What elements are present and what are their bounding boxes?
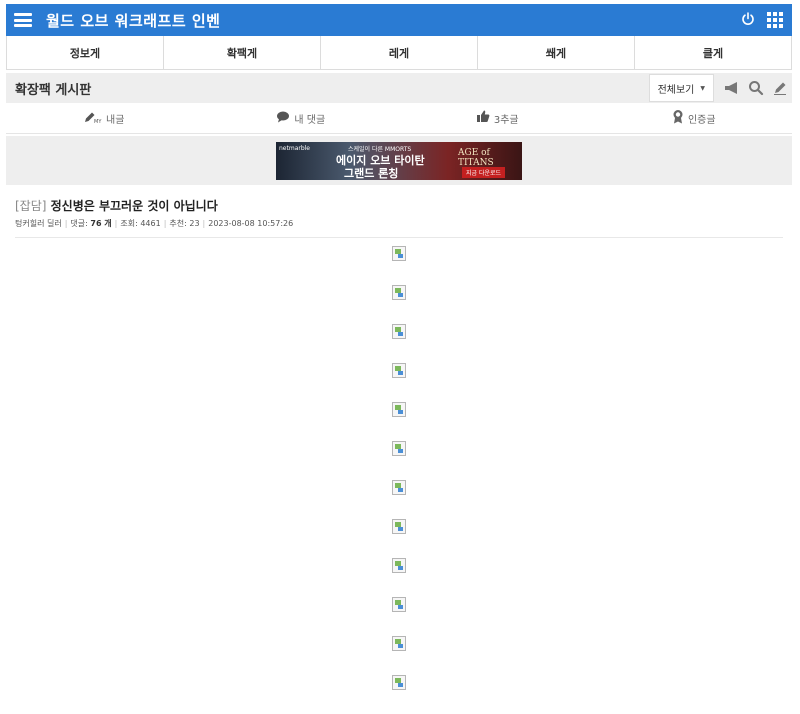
post-recommends: 추천: 23 bbox=[169, 219, 200, 228]
ad-cta-button[interactable]: 지금 다운로드 bbox=[462, 166, 506, 178]
verified-posts-label: 인증글 bbox=[687, 114, 716, 126]
comments-count[interactable]: 76 개 bbox=[90, 219, 111, 228]
broken-image-icon bbox=[392, 675, 406, 690]
medal-icon bbox=[672, 109, 684, 127]
search-icon[interactable] bbox=[744, 76, 768, 100]
post-title: [잡담] 정신병은 부끄러운 것이 아닙니다 bbox=[15, 197, 783, 214]
caret-down-icon: ▼ bbox=[700, 84, 705, 92]
broken-image-icon bbox=[392, 363, 406, 378]
verified-posts-link[interactable]: 인증글 bbox=[596, 109, 793, 127]
site-title[interactable]: 월드 오브 워크래프트 인벤 bbox=[46, 10, 220, 31]
broken-image-icon bbox=[392, 597, 406, 612]
post-datetime: 2023-08-08 10:57:26 bbox=[208, 219, 294, 228]
post-meta: 텅커힐러 딜러 | 댓글: 76 개 | 조회: 4461 | 추천: 23 | 2023-08… bbox=[15, 219, 294, 228]
post-body bbox=[6, 238, 792, 714]
broken-image-icon bbox=[392, 558, 406, 573]
ad-game-title: AGE of TITANS bbox=[458, 147, 494, 168]
my-posts-label: 내글 bbox=[106, 114, 125, 126]
site-header: 월드 오브 워크래프트 인벤 bbox=[6, 4, 792, 36]
broken-image-icon bbox=[392, 636, 406, 651]
megaphone-icon[interactable] bbox=[720, 76, 744, 100]
pencil-icon[interactable] bbox=[768, 76, 792, 100]
broken-image-icon bbox=[392, 519, 406, 534]
post-header: [잡담] 정신병은 부끄러운 것이 아닙니다 텅커힐러 딜러 | 댓글: 76 개 |… bbox=[6, 185, 792, 229]
board-tabs: 정보게 확팩게 레게 쐐게 클게 bbox=[6, 36, 792, 70]
comment-bubble-icon bbox=[276, 111, 290, 126]
my-comments-label: 내 댓글 bbox=[294, 114, 326, 126]
broken-image-icon bbox=[392, 285, 406, 300]
post-views: 조회: 4461 bbox=[120, 219, 161, 228]
ad-brand: netmarble bbox=[279, 144, 311, 152]
ad-banner[interactable]: netmarble 스케일이 다른 MMORTS 에이지 오브 타이탄 그랜드 … bbox=[276, 141, 522, 180]
hamburger-menu-icon[interactable] bbox=[14, 13, 32, 27]
tab-expansion[interactable]: 확팩게 bbox=[164, 36, 321, 69]
ad-area: netmarble 스케일이 다른 MMORTS 에이지 오브 타이탄 그랜드 … bbox=[6, 136, 792, 185]
tab-raid[interactable]: 레게 bbox=[321, 36, 478, 69]
view-select[interactable]: 전체보기 ▼ bbox=[648, 74, 714, 102]
view-select-label: 전체보기 bbox=[657, 84, 695, 96]
ad-headline-2: 그랜드 론칭 bbox=[344, 166, 399, 180]
comments-label: 댓글: bbox=[70, 219, 88, 228]
post-author[interactable]: 텅커힐러 딜러 bbox=[15, 219, 62, 228]
broken-image-icon bbox=[392, 402, 406, 417]
grid-apps-icon[interactable] bbox=[767, 12, 783, 28]
broken-image-icon bbox=[392, 246, 406, 261]
post-category: [잡담] bbox=[15, 199, 47, 213]
my-comments-link[interactable]: 내 댓글 bbox=[203, 111, 400, 126]
broken-image-icon bbox=[392, 324, 406, 339]
page: 월드 오브 워크래프트 인벤 정보게 확팩게 레게 쐐게 클게 확장팩 게시판 … bbox=[6, 4, 792, 714]
my-posts-link[interactable]: MY 내글 bbox=[6, 110, 203, 127]
broken-image-icon bbox=[392, 441, 406, 456]
three-rec-label: 3추글 bbox=[493, 114, 519, 126]
three-rec-link[interactable]: 3추글 bbox=[399, 110, 596, 126]
thumbs-up-icon bbox=[476, 110, 490, 126]
my-post-icon: MY bbox=[84, 110, 102, 127]
tab-class[interactable]: 클게 bbox=[635, 36, 792, 69]
post-title-text: 정신병은 부끄러운 것이 아닙니다 bbox=[50, 199, 218, 213]
board-title[interactable]: 확장팩 게시판 bbox=[15, 79, 91, 98]
broken-image-icon bbox=[392, 480, 406, 495]
tab-info[interactable]: 정보게 bbox=[7, 36, 164, 69]
svg-text:MY: MY bbox=[94, 119, 102, 124]
sub-nav: MY 내글 내 댓글 3추글 인증글 bbox=[6, 103, 792, 134]
tab-swe[interactable]: 쐐게 bbox=[478, 36, 635, 69]
power-icon[interactable] bbox=[741, 11, 755, 30]
board-bar: 확장팩 게시판 전체보기 ▼ bbox=[6, 73, 792, 103]
